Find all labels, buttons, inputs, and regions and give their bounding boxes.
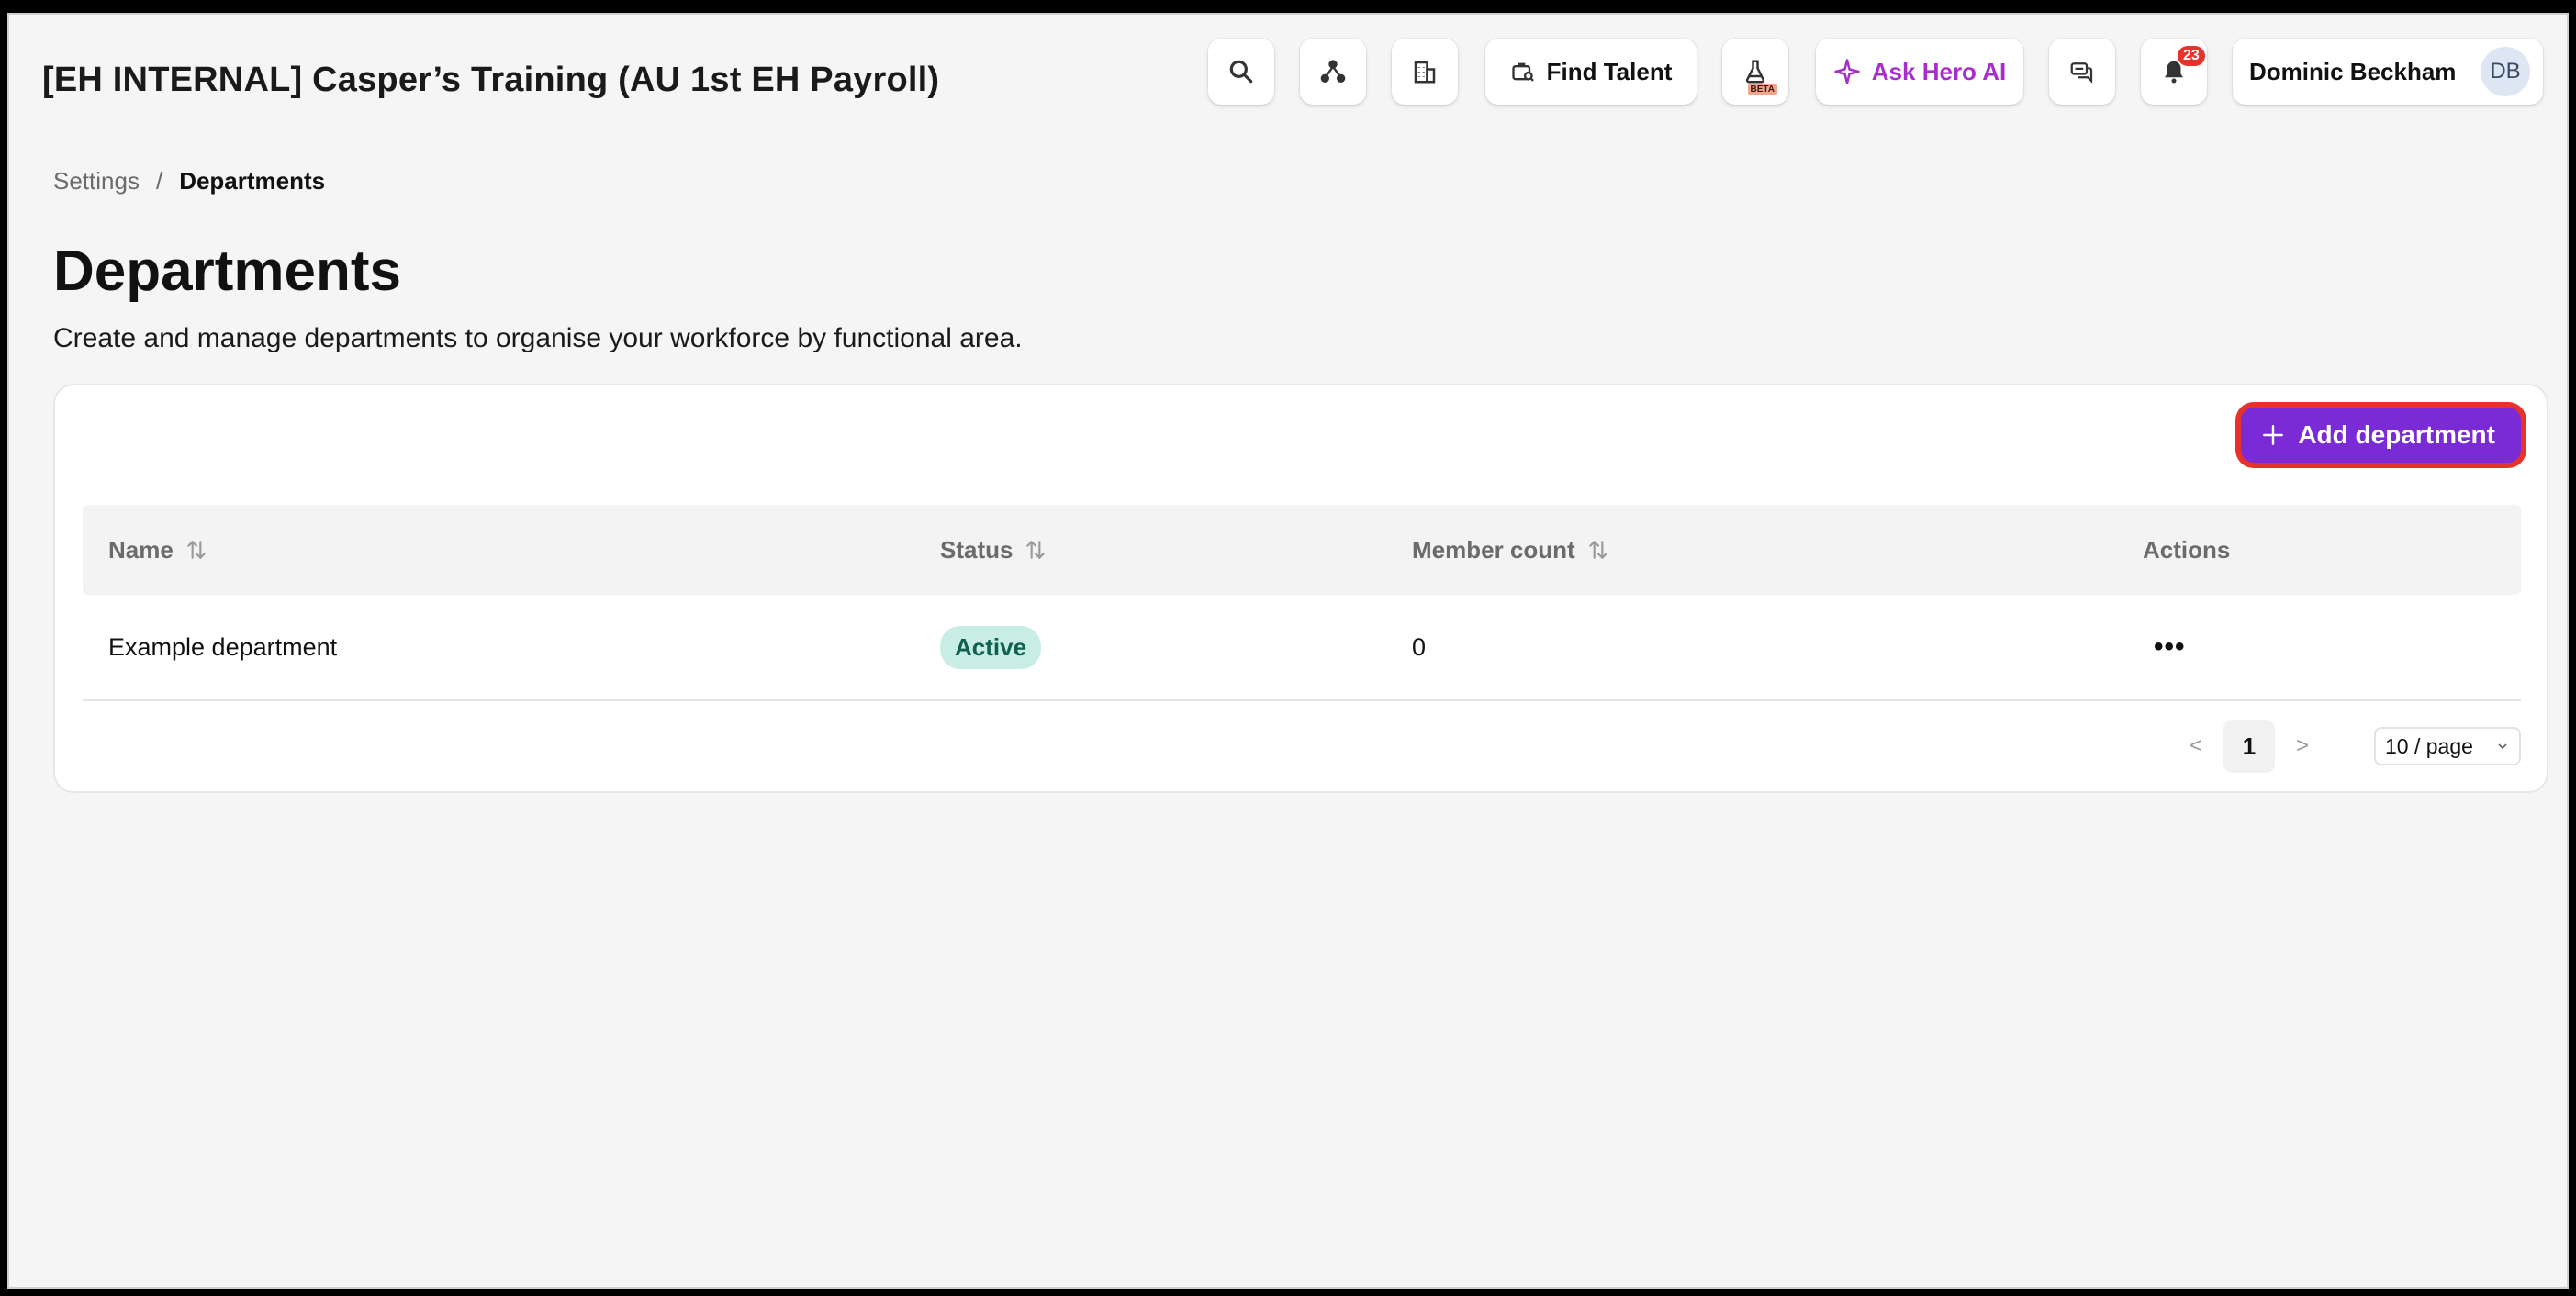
column-header-name[interactable]: Name <box>108 536 208 564</box>
chevron-down-icon <box>2498 743 2507 750</box>
plus-icon <box>2263 425 2284 445</box>
page-title: Departments <box>53 240 401 303</box>
next-page-button[interactable]: > <box>2275 733 2330 759</box>
user-name: Dominic Beckham <box>2249 57 2457 85</box>
find-talent-button[interactable]: Find Talent <box>1485 39 1697 105</box>
column-label-status: Status <box>940 535 1014 564</box>
add-department-label: Add department <box>2298 420 2495 449</box>
table-header: Name Status Member count Actions <box>83 505 2521 595</box>
add-department-highlight: Add department <box>2235 402 2526 468</box>
sort-icon[interactable] <box>185 538 208 562</box>
status-badge: Active <box>940 625 1042 669</box>
page-size-value: 10 / page <box>2385 733 2473 758</box>
ask-hero-ai-label: Ask Hero AI <box>1871 57 2007 85</box>
page-size-select[interactable]: 10 / page <box>2374 727 2521 765</box>
beta-features-button[interactable]: BETA <box>1722 39 1788 105</box>
flask-icon <box>1745 60 1765 84</box>
network-icon <box>1320 60 1346 83</box>
column-header-member-count[interactable]: Member count <box>1412 536 1610 564</box>
breadcrumb-current: Departments <box>179 167 326 195</box>
add-department-button[interactable]: Add department <box>2241 408 2521 463</box>
sort-icon[interactable] <box>1586 538 1610 562</box>
page-number-1[interactable]: 1 <box>2223 720 2275 773</box>
prev-page-button[interactable]: < <box>2168 733 2223 759</box>
row-actions-menu-button[interactable]: ••• <box>2154 631 2186 663</box>
chat-icon <box>2070 62 2093 84</box>
notification-count-badge: 23 <box>2178 46 2205 66</box>
departments-table: Name Status Member count Actions Example… <box>83 505 2521 701</box>
app-window: [EH INTERNAL] Casper’s Training (AU 1st … <box>7 13 2569 1289</box>
messages-button[interactable] <box>2049 39 2115 105</box>
user-menu-button[interactable]: Dominic Beckham DB <box>2233 39 2543 105</box>
organisation-button[interactable] <box>1392 39 1458 105</box>
building-icon <box>1414 61 1436 84</box>
column-label-member-count: Member count <box>1412 535 1575 564</box>
network-button[interactable] <box>1300 39 1366 105</box>
search-icon <box>1229 60 1253 84</box>
ask-hero-ai-button[interactable]: Ask Hero AI <box>1816 39 2023 105</box>
breadcrumb-separator: / <box>155 167 163 195</box>
cell-status: Active <box>940 625 1042 669</box>
find-talent-label: Find Talent <box>1546 57 1673 85</box>
sort-icon[interactable] <box>1024 538 1047 562</box>
briefcase-search-icon <box>1511 62 1534 82</box>
departments-card: Add department Name Status Member count <box>53 384 2548 793</box>
page-description: Create and manage departments to organis… <box>53 323 1023 353</box>
notifications-button[interactable]: 23 <box>2141 39 2207 105</box>
pagination: < 1 > 10 / page <box>2168 720 2521 773</box>
column-header-status[interactable]: Status <box>940 536 1047 564</box>
cell-name: Example department <box>108 632 338 661</box>
more-options-icon: ••• <box>2154 631 2186 662</box>
column-header-actions: Actions <box>2143 536 2230 564</box>
cell-member-count: 0 <box>1412 632 1427 661</box>
breadcrumb-settings-link[interactable]: Settings <box>53 167 140 196</box>
column-label-name: Name <box>108 535 174 564</box>
search-button[interactable] <box>1208 39 1274 105</box>
beta-badge: BETA <box>1747 84 1777 95</box>
breadcrumb: Settings / Departments <box>53 167 325 196</box>
sparkle-icon <box>1834 59 1860 84</box>
table-row[interactable]: Example department Active 0 ••• <box>83 595 2521 701</box>
org-title: [EH INTERNAL] Casper’s Training (AU 1st … <box>42 61 940 99</box>
avatar: DB <box>2481 47 2530 96</box>
column-label-actions: Actions <box>2143 535 2231 564</box>
